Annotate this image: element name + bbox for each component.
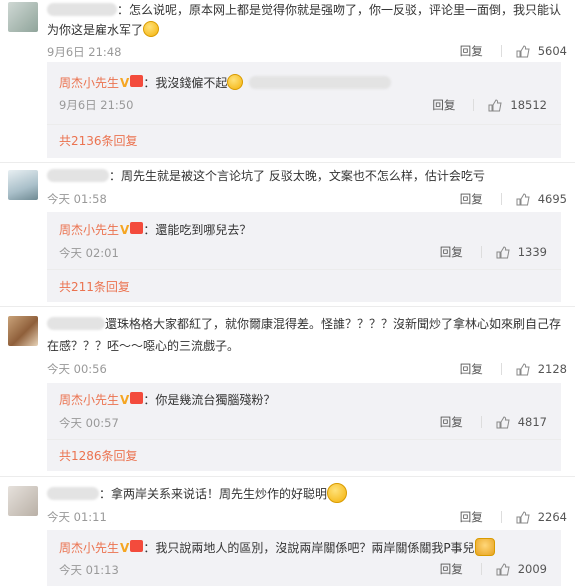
comment-actions: 回复 2128 [460,361,567,377]
dog-emoji-icon [474,538,495,556]
divider [480,246,482,258]
thumbs-up-icon[interactable] [516,192,530,206]
reply-button[interactable]: 回复 [460,43,483,59]
emoji-icon [143,21,160,37]
avatar[interactable] [8,316,38,346]
emoji-icon [227,74,244,90]
divider [480,563,482,575]
comment-text: ：周先生就是被这个言论坑了 反驳太晚，文案也不怎么样，估计会吃亏 [47,166,561,186]
verified-icon: V [120,541,130,555]
reply-actions: 回复 1339 [440,244,547,260]
thumbs-up-icon[interactable] [516,362,530,376]
reply-actions: 回复 2009 [440,561,547,577]
comment-actions: 回复 2264 [460,509,567,525]
reply-username[interactable]: 周杰小先生 [59,223,119,237]
avatar[interactable] [8,170,38,200]
like-count: 4817 [517,415,547,429]
thumbs-up-icon[interactable] [496,562,510,576]
vip-badge-icon [130,222,144,234]
verified-icon: V [120,76,130,90]
comment-time: 今天 01:11 [47,510,107,524]
reply-username[interactable]: 周杰小先生 [59,393,119,407]
reply-box: 周杰小先生V ：我沒錢僱不起 9月6日 21:50 回复 18512 共2136条… [47,62,561,158]
divider [47,439,561,440]
reply-button[interactable]: 回复 [460,509,483,525]
reply-username[interactable]: 周杰小先生 [59,76,119,90]
like-count: 1339 [517,245,547,259]
comment-text: ：怎么说呢，原本网上都是觉得你就是强吻了，你一反驳，评论里一面倒，我只能认为你这… [47,3,562,37]
more-replies-link[interactable]: 共1286条回复 [59,447,138,464]
reply-time: 9月6日 21:50 [59,98,134,112]
comment-text: ：拿两岸关系来说话！周先生炒作的好聪明 [47,483,561,504]
more-replies-link[interactable]: 共2136条回复 [59,132,138,149]
reply-button[interactable]: 回复 [460,191,483,207]
comment-actions: 回复 4695 [460,191,567,207]
thumbs-up-icon[interactable] [516,44,530,58]
comment-text-continued: 在感？？？呸～～噁心的三流戲子。 [47,339,240,353]
like-count: 2128 [537,362,567,376]
thumbs-up-icon[interactable] [488,98,503,112]
like-count: 2264 [537,510,567,524]
divider [47,124,561,125]
reply-button[interactable]: 回复 [440,244,463,260]
blurred-username [47,317,105,330]
blurred-mention [249,76,392,89]
reply-text-line: 周杰小先生V ：我只說兩地人的區別，沒說兩岸關係吧？兩岸關係關我P事兒 [59,538,495,557]
like-count: 2009 [517,562,547,576]
more-replies-link[interactable]: 共211条回复 [59,278,130,295]
reply-button[interactable]: 回复 [432,97,455,113]
blurred-username [47,169,109,182]
vip-badge-icon [130,75,144,87]
divider [473,99,475,111]
divider [0,476,575,477]
like-count: 18512 [510,98,547,112]
divider [0,306,575,307]
reply-button[interactable]: 回复 [440,561,463,577]
blurred-username [47,487,99,500]
verified-icon: V [120,393,130,407]
grin-emoji-icon [327,483,348,503]
reply-actions: 回复 18512 [432,97,547,113]
divider [500,45,502,57]
divider [500,363,502,375]
reply-text-line: 周杰小先生V ：你是幾流台獨腦殘粉？ [59,392,276,407]
like-count: 4695 [537,192,567,206]
reply-button[interactable]: 回复 [440,414,463,430]
verified-icon: V [120,223,130,237]
thumbs-up-icon[interactable] [496,245,510,259]
vip-badge-icon [130,392,144,404]
like-count: 5604 [537,44,567,58]
comment-time: 今天 00:56 [47,362,107,376]
comment-actions: 回复 5604 [460,43,567,59]
reply-box: 周杰小先生V ：你是幾流台獨腦殘粉？ 今天 00:57 回复 4817 共1286… [47,383,561,471]
reply-actions: 回复 4817 [440,414,547,430]
reply-text-line: 周杰小先生V ：我沒錢僱不起 [59,74,392,92]
divider [480,416,482,428]
reply-box: 周杰小先生V ：我只說兩地人的區別，沒說兩岸關係吧？兩岸關係關我P事兒 今天 01… [47,530,561,586]
reply-time: 今天 02:01 [59,246,119,260]
divider [500,511,502,523]
comment-text: 還珠格格大家都紅了，就你爾康混得差。怪誰？？？？沒新聞炒了拿林心如來刷自己存 [47,314,561,334]
avatar[interactable] [8,2,38,32]
divider [47,269,561,270]
comment-time: 今天 01:58 [47,192,107,206]
reply-time: 今天 00:57 [59,416,119,430]
reply-text-line: 周杰小先生V ：還能吃到哪兒去？ [59,222,252,237]
thumbs-up-icon[interactable] [516,510,530,524]
reply-button[interactable]: 回复 [460,361,483,377]
reply-time: 今天 01:13 [59,563,119,577]
blurred-username [47,3,117,16]
divider [500,193,502,205]
reply-username[interactable]: 周杰小先生 [59,541,119,555]
thumbs-up-icon[interactable] [496,415,510,429]
reply-box: 周杰小先生V ：還能吃到哪兒去？ 今天 02:01 回复 1339 共211条回复 [47,212,561,302]
vip-badge-icon [130,540,144,552]
comment-time: 9月6日 21:48 [47,45,122,59]
avatar[interactable] [8,486,38,516]
divider [0,162,575,163]
